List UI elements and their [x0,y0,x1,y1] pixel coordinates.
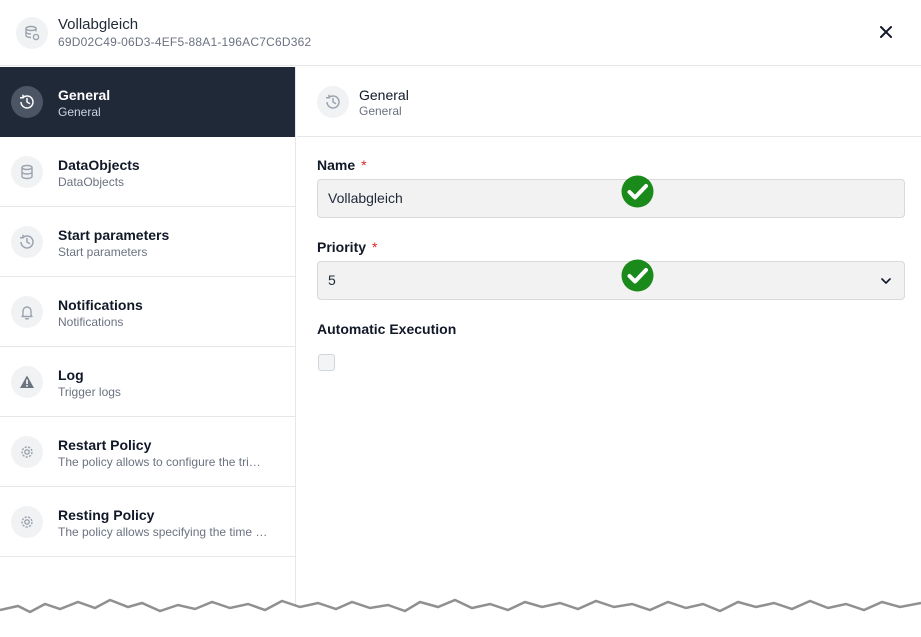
sidebar-item-sublabel: DataObjects [58,175,125,189]
sidebar-item-general[interactable]: General General [0,67,295,137]
name-label: Name * [317,157,367,173]
name-label-text: Name [317,157,356,173]
sidebar-item-label: Log [58,367,84,383]
sidebar: General General DataObjects DataObjects … [0,67,296,637]
sidebar-item-sublabel: The policy allows specifying the time … [58,525,268,539]
automatic-execution-label: Automatic Execution [317,321,457,337]
priority-select[interactable]: 5 [317,261,905,300]
sidebar-item-sublabel: Trigger logs [58,385,121,399]
sidebar-item-notifications[interactable]: Notifications Notifications [0,277,295,347]
main-panel: General General Name * Vollabgleich Prior… [297,67,921,637]
sidebar-item-label: Start parameters [58,227,170,243]
sidebar-item-label: DataObjects [58,157,140,173]
sidebar-item-sublabel: General [58,105,101,119]
dialog-title: Vollabgleich [58,16,139,33]
automatic-execution-checkbox[interactable] [318,354,335,371]
sidebar-item-label: General [58,87,111,103]
sidebar-item-sublabel: Start parameters [58,245,148,259]
sidebar-item-label: Notifications [58,297,143,313]
clock-history-icon [11,86,43,118]
database-gear-icon [16,17,48,49]
priority-select-value: 5 [328,272,336,288]
sidebar-item-sublabel: Notifications [58,315,124,329]
valid-check-icon [621,259,654,292]
gear-icon [11,506,43,538]
section-header: General General [297,67,921,137]
close-button[interactable] [872,20,900,44]
dialog-id: 69D02C49-06D3-4EF5-88A1-196AC7C6D362 [58,35,312,49]
clock-history-icon [11,226,43,258]
clock-history-icon [317,86,349,118]
sidebar-item-resting-policy[interactable]: Resting Policy The policy allows specify… [0,487,295,557]
priority-label: Priority * [317,239,377,255]
section-subtitle: General [359,104,402,118]
sidebar-item-log[interactable]: Log Trigger logs [0,347,295,417]
priority-label-text: Priority [317,239,367,255]
database-icon [11,156,43,188]
section-title: General [359,87,409,103]
close-icon[interactable] [879,25,893,39]
name-field-value: Vollabgleich [328,190,403,206]
sidebar-item-restart-policy[interactable]: Restart Policy The policy allows to conf… [0,417,295,487]
valid-check-icon [621,175,654,208]
sidebar-item-label: Resting Policy [58,507,155,523]
bell-icon [11,296,43,328]
sidebar-item-dataobjects[interactable]: DataObjects DataObjects [0,137,295,207]
required-marker: * [361,157,367,173]
dialog-header: Vollabgleich 69D02C49-06D3-4EF5-88A1-196… [0,0,921,66]
required-marker: * [372,239,378,255]
gear-icon [11,436,43,468]
warning-icon [11,366,43,398]
torn-edge-decoration [0,598,921,637]
sidebar-item-label: Restart Policy [58,437,152,453]
name-field[interactable]: Vollabgleich [317,179,905,218]
chevron-down-icon [881,278,891,284]
sidebar-item-sublabel: The policy allows to configure the tri… [58,455,261,469]
sidebar-item-start-parameters[interactable]: Start parameters Start parameters [0,207,295,277]
